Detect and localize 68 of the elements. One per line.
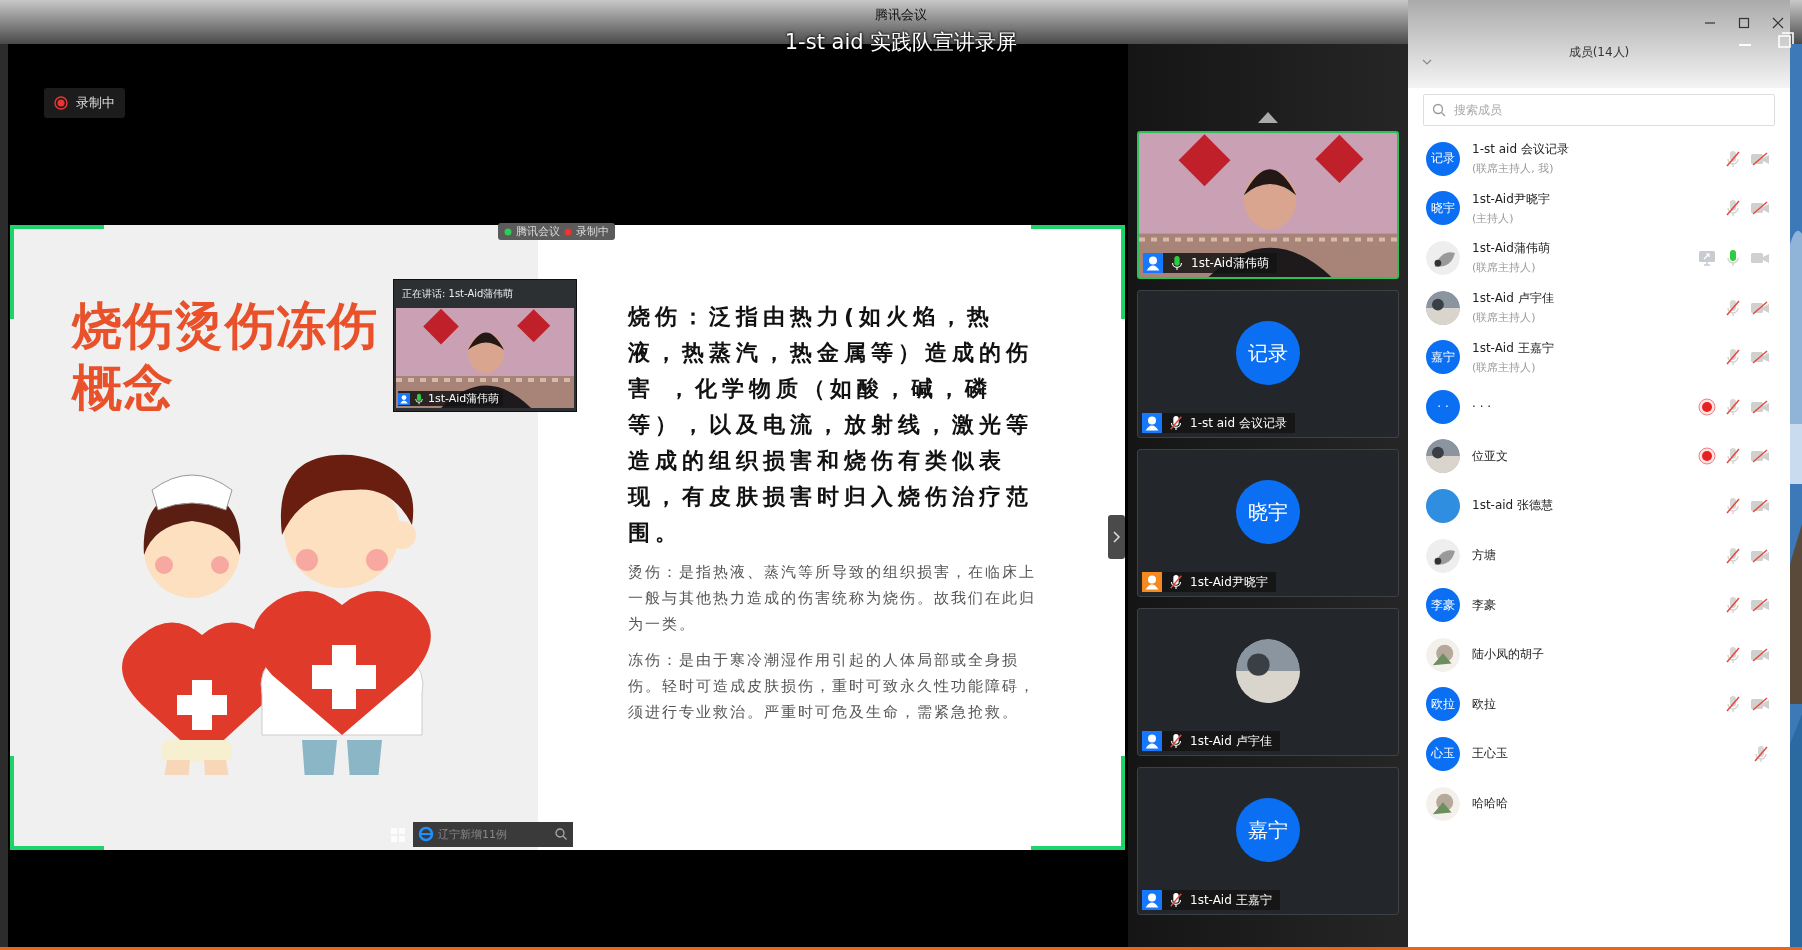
recording-title: 1-st aid 实践队宣讲录屏: [784, 29, 1018, 56]
slide-title: 概念: [72, 358, 174, 419]
member-row[interactable]: 位亚文: [1408, 431, 1790, 482]
window-title: 腾讯会议: [875, 6, 927, 24]
speaker-heading: 正在讲话: 1st-Aid蒲伟萌: [401, 287, 515, 301]
avatar: 记录: [1236, 321, 1300, 385]
member-name: 王心玉: [1472, 745, 1509, 763]
member-role: (联席主持人): [1472, 260, 1537, 276]
video-tile[interactable]: 记录 1-st aid 会议记录: [1137, 290, 1399, 438]
member-row[interactable]: 方塘: [1408, 530, 1790, 581]
member-role: (联席主持人): [1472, 359, 1537, 375]
member-name: 1st-Aid 卢宇佳: [1472, 290, 1555, 308]
member-name: 李豪: [1472, 596, 1497, 614]
participant-name: 1st-Aid尹晓宇: [1190, 573, 1268, 591]
member-role: (主持人): [1472, 210, 1515, 226]
member-row[interactable]: 1st-aid 张德慧: [1408, 481, 1790, 531]
member-role: (联席主持人, 我): [1472, 161, 1555, 177]
slide-title: 烧伤烫伤冻伤: [72, 296, 378, 357]
avatar: 嘉宁: [1236, 798, 1300, 862]
participant-name: 1st-Aid 卢宇佳: [1190, 732, 1272, 750]
member-name: · · ·: [1472, 399, 1493, 414]
video-tile[interactable]: 1st-Aid蒲伟萌: [1137, 131, 1399, 279]
video-tile[interactable]: 1st-Aid 卢宇佳: [1137, 608, 1399, 756]
member-name: 欧拉: [1472, 695, 1497, 713]
panel-title: 成员(14人): [1568, 43, 1630, 61]
member-row[interactable]: 哈哈哈: [1408, 778, 1790, 829]
participant-name: 1st-Aid蒲伟萌: [1191, 254, 1269, 272]
member-name: 哈哈哈: [1472, 795, 1509, 812]
participant-name: 1st-Aid蒲伟萌: [428, 391, 500, 406]
member-name: 位亚文: [1472, 447, 1509, 465]
member-role: (联席主持人): [1472, 310, 1537, 326]
member-row[interactable]: 记录 1-st aid 会议记录 (联席主持人, 我): [1408, 134, 1790, 184]
slide-paragraph: 冻伤：是由于寒冷潮湿作用引起的人体局部或全身损伤。轻时可造成皮肤损伤，重时可致永久性功能障碍，须进行专业救治。严重时可危及生命，需紧急抢救。: [628, 650, 1037, 723]
avatar: 晓宇: [1236, 480, 1300, 544]
member-row[interactable]: 李豪 李豪: [1408, 580, 1790, 630]
member-name: 方塘: [1472, 547, 1497, 565]
member-name: 1-st aid 会议记录: [1472, 141, 1570, 159]
member-row[interactable]: · · · · ·: [1408, 381, 1790, 432]
search-field[interactable]: 辽宁新增11例: [413, 822, 573, 847]
member-name: 1st-Aid尹晓宇: [1472, 190, 1551, 208]
recording-label: 录制中: [76, 94, 115, 112]
participant-name: 1-st aid 会议记录: [1190, 414, 1287, 432]
member-row[interactable]: 嘉宁 1st-Aid 王嘉宁 (联席主持人): [1408, 332, 1790, 382]
recording-label: 录制中: [576, 224, 609, 239]
slide-paragraph: 烫伤：是指热液、蒸汽等所导致的组织损害，在临床上一般与其他热力造成的伤害统称为烧伤。故我们在此归为一类。: [628, 562, 1037, 635]
avatar: 晓宇: [1426, 191, 1460, 226]
member-row[interactable]: 陆小凤的胡子: [1408, 629, 1790, 680]
avatar: 记录: [1426, 141, 1460, 176]
avatar: 欧拉: [1426, 687, 1460, 722]
member-row[interactable]: 1st-Aid 卢宇佳 (联席主持人): [1408, 282, 1790, 333]
avatar: 心玉: [1426, 736, 1460, 771]
avatar: 嘉宁: [1426, 340, 1460, 375]
slide-paragraph: 烧伤：泛指由热力(如火焰，热液，热蒸汽，热金属等）造成的伤害 ，化学物质（如酸，碱，磷等），以及电流，放射线，激光等造成的组织损害和烧伤有类似表现，有皮肤损害时归入烧伤治疗范围。: [628, 303, 1034, 547]
member-row[interactable]: 1st-Aid蒲伟萌 (联席主持人): [1408, 233, 1790, 283]
video-tile[interactable]: 晓宇 1st-Aid尹晓宇: [1137, 449, 1399, 597]
member-name: 陆小凤的胡子: [1472, 646, 1545, 664]
search-field[interactable]: 搜索成员: [1423, 94, 1775, 126]
member-name: 1st-Aid蒲伟萌: [1472, 240, 1551, 258]
avatar: · ·: [1426, 389, 1460, 424]
app-label: 腾讯会议: [516, 224, 560, 239]
avatar: 李豪: [1426, 588, 1460, 623]
member-row[interactable]: 晓宇 1st-Aid尹晓宇 (主持人): [1408, 183, 1790, 234]
video-tile[interactable]: 嘉宁 1st-Aid 王嘉宁: [1137, 767, 1399, 915]
member-row[interactable]: 心玉 王心玉: [1408, 729, 1790, 779]
participant-name: 1st-Aid 王嘉宁: [1190, 891, 1272, 909]
member-row[interactable]: 欧拉 欧拉: [1408, 679, 1790, 730]
member-name: 1st-aid 张德慧: [1472, 497, 1555, 515]
member-name: 1st-Aid 王嘉宁: [1472, 339, 1555, 357]
